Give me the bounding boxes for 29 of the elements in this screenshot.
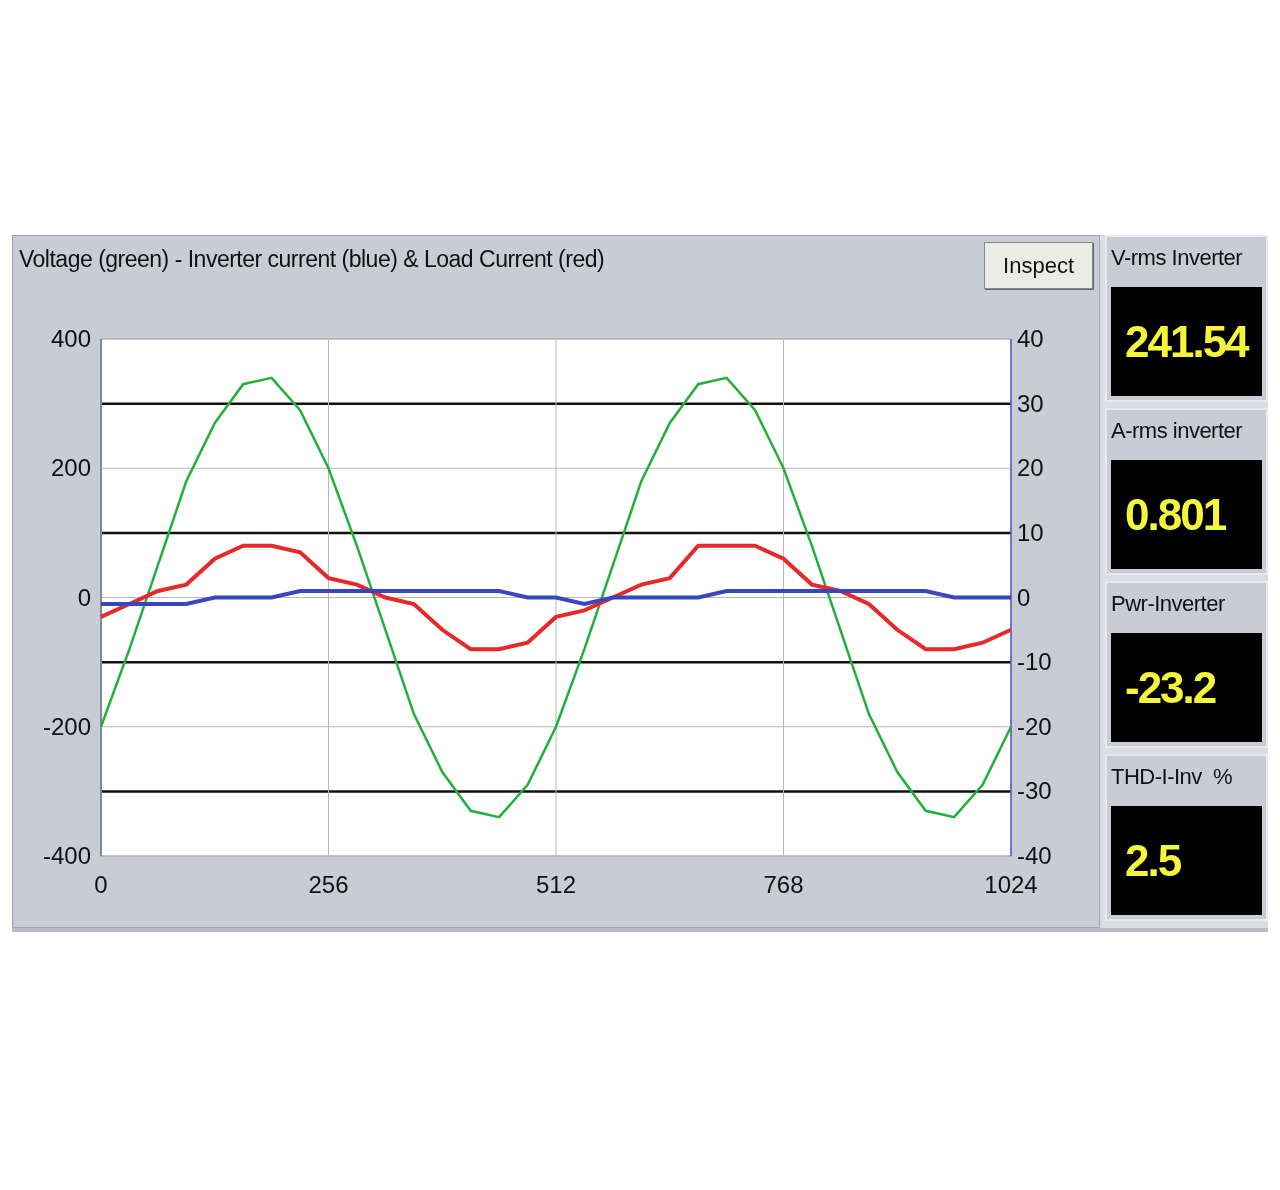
inspect-button[interactable]: Inspect	[984, 242, 1093, 289]
axis-label: 1024	[984, 870, 1038, 898]
meter-label: A-rms inverter	[1111, 417, 1244, 445]
axis-label: 20	[1017, 453, 1044, 481]
meter-label: V-rms Inverter	[1111, 244, 1244, 272]
axis-label: 0	[1017, 583, 1031, 611]
axis-label: 400	[50, 324, 91, 352]
axis-label: 768	[763, 870, 804, 898]
axis-label: 30	[1017, 389, 1044, 417]
axis-label: 10	[1017, 518, 1044, 546]
meter-value: 0.801	[1111, 460, 1262, 569]
axis-label: -400	[42, 841, 91, 869]
meter-value: 241.54	[1111, 287, 1262, 396]
meter-label: Pwr-Inverter	[1111, 590, 1226, 618]
chart-title: Voltage (green) - Inverter current (blue) & Load Current (red)	[19, 245, 605, 274]
axis-label: 512	[536, 870, 576, 898]
axis-label: 0	[77, 583, 91, 611]
axis-label: -30	[1017, 777, 1052, 805]
axis-label: -20	[1017, 712, 1052, 740]
axis-label: 200	[50, 453, 91, 481]
axis-label: 40	[1017, 324, 1044, 352]
axis-label: -40	[1017, 841, 1052, 869]
axis-label: -10	[1017, 647, 1052, 675]
axis-label: -200	[42, 712, 91, 740]
meter-value: 2.5	[1111, 806, 1262, 915]
meter-label: THD-I-Inv %	[1111, 763, 1234, 791]
axis-label: 0	[94, 870, 108, 898]
axis-label: 256	[308, 870, 349, 898]
meter-value: -23.2	[1111, 633, 1262, 742]
